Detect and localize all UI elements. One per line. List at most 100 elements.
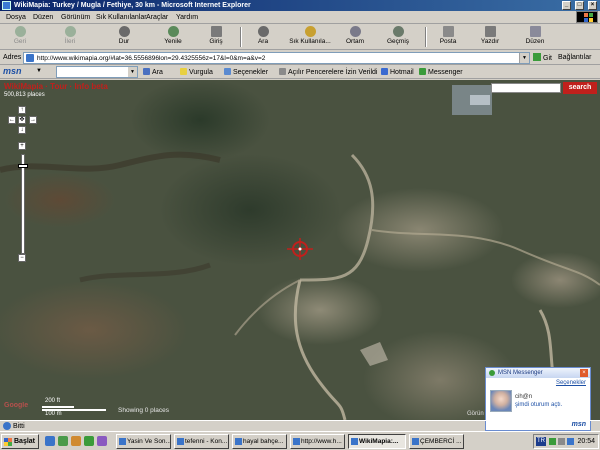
minimize-button[interactable]: _: [562, 1, 571, 10]
popup-icon: [279, 68, 286, 75]
messenger-tray-icon[interactable]: [549, 438, 556, 445]
url-text[interactable]: http://www.wikimapia.org/#lat=36.5556896…: [37, 54, 265, 63]
msn-search-button[interactable]: Ara: [143, 68, 163, 77]
stop-icon: [118, 26, 130, 37]
stop-button[interactable]: Dur: [112, 26, 136, 48]
start-button[interactable]: Başlat: [1, 434, 39, 449]
window-icon: [177, 438, 184, 445]
search-icon: [143, 68, 150, 75]
messenger-button[interactable]: Messenger: [419, 68, 463, 77]
search-button[interactable]: Ara: [252, 26, 274, 48]
google-logo: Google: [4, 402, 29, 409]
menu-file[interactable]: Dosya: [6, 13, 26, 22]
app-quicklaunch-icon[interactable]: [97, 436, 107, 446]
media-player-icon[interactable]: [71, 436, 81, 446]
pan-center-icon[interactable]: ✥: [18, 116, 26, 124]
status-bar: Bitti: [0, 420, 600, 431]
desktop-icon[interactable]: [58, 436, 68, 446]
task-button-1[interactable]: Yasin Ve Son...: [116, 434, 171, 449]
wikimapia-logo[interactable]: WikiMapia · Tour · Info beta: [4, 82, 108, 91]
language-indicator[interactable]: TR: [536, 437, 546, 446]
menu-help[interactable]: Yardım: [176, 13, 198, 22]
contact-status: şimdi oturum açtı.: [515, 402, 563, 408]
places-count: 500,813 places: [4, 92, 45, 98]
map-credit: Görün: [467, 411, 484, 417]
print-button[interactable]: Yazdır: [478, 26, 502, 48]
media-button[interactable]: Ortam: [343, 26, 367, 48]
task-button-2[interactable]: tefenni - Kon...: [174, 434, 229, 449]
go-arrow-icon: [533, 53, 541, 61]
zoom-slider[interactable]: [21, 154, 25, 254]
messenger-icon: [489, 370, 495, 376]
popups-allowed-button[interactable]: Açılır Pencerelere İzin Verildi: [279, 68, 377, 77]
menu-bar: Dosya Düzen Görünüm Sık Kullanılanlar Ar…: [0, 11, 600, 24]
zoom-slider-knob[interactable]: [18, 164, 28, 168]
history-button[interactable]: Geçmiş: [384, 26, 412, 48]
task-button-6[interactable]: ÇEMBERCİ ...: [409, 434, 464, 449]
msn-menu-arrow-icon[interactable]: ▼: [36, 68, 42, 74]
pan-up-icon[interactable]: ↑: [18, 106, 26, 114]
url-dropdown-icon[interactable]: ▼: [519, 53, 529, 63]
popup-options-link[interactable]: Seçenekler: [556, 380, 586, 386]
zoom-in-button[interactable]: +: [18, 142, 26, 150]
forward-button[interactable]: İleri: [56, 26, 84, 48]
options-icon: [224, 68, 231, 75]
task-button-3[interactable]: hayal bahçe...: [232, 434, 287, 449]
go-button[interactable]: Git: [533, 53, 552, 64]
mail-button[interactable]: Posta: [436, 26, 460, 48]
menu-edit[interactable]: Düzen: [33, 13, 53, 22]
maximize-button[interactable]: □: [575, 1, 584, 10]
network-icon[interactable]: [567, 438, 574, 445]
home-button[interactable]: Giriş: [203, 26, 229, 48]
favorites-button[interactable]: Sık Kullanıla...: [285, 26, 335, 48]
window-title: WikiMapia: Turkey / Mugla / Fethiye, 30 …: [14, 2, 251, 9]
toolbar-separator: [425, 27, 427, 47]
zoom-out-button[interactable]: −: [18, 254, 26, 262]
showing-places-text: Showing 0 places: [118, 407, 169, 414]
map-search-input[interactable]: [491, 83, 561, 93]
avatar: [490, 390, 512, 412]
url-field[interactable]: http://www.wikimapia.org/#lat=36.5556896…: [23, 52, 530, 64]
toolbar-separator: [240, 27, 242, 47]
window-icon: [119, 438, 126, 445]
pan-right-icon[interactable]: →: [29, 116, 37, 124]
media-icon: [349, 26, 361, 37]
close-button[interactable]: ×: [588, 1, 597, 10]
back-button[interactable]: Geri: [6, 26, 34, 48]
msn-options-button[interactable]: Seçenekler: [224, 68, 268, 77]
pan-down-icon[interactable]: ↓: [18, 126, 26, 134]
refresh-button[interactable]: Yenile: [158, 26, 188, 48]
clock[interactable]: 20:54: [577, 437, 595, 447]
back-arrow-icon: [14, 26, 26, 37]
msn-search-input[interactable]: ▼: [56, 66, 138, 78]
highlight-button[interactable]: Vurgula: [180, 68, 213, 77]
volume-icon[interactable]: [558, 438, 565, 445]
messenger-quicklaunch-icon[interactable]: [84, 436, 94, 446]
ie-quicklaunch-icon[interactable]: [45, 436, 55, 446]
page-icon: [26, 54, 34, 62]
mail-icon: [381, 68, 388, 75]
window-icon: [351, 438, 358, 445]
links-button[interactable]: Bağlantılar: [558, 54, 591, 61]
map-search-button[interactable]: search: [563, 82, 597, 94]
task-button-active[interactable]: WikiMapia:...: [348, 434, 406, 449]
taskbar: Başlat Yasin Ve Son... tefenni - Kon... …: [0, 431, 600, 450]
msn-logo[interactable]: msn: [3, 66, 22, 76]
menu-view[interactable]: Görünüm: [61, 13, 90, 22]
page-done-icon: [3, 422, 11, 430]
star-icon: [304, 26, 316, 37]
messenger-icon: [419, 68, 426, 75]
popup-title: MSN Messenger: [498, 370, 543, 376]
edit-button[interactable]: Düzen: [522, 26, 548, 48]
address-label: Adres: [3, 54, 22, 61]
contact-name[interactable]: cih@n: [515, 394, 532, 400]
menu-tools[interactable]: Araçlar: [146, 13, 168, 22]
pan-left-icon[interactable]: ←: [8, 116, 16, 124]
hotmail-button[interactable]: Hotmail: [381, 68, 414, 77]
msn-search-dropdown-icon[interactable]: ▼: [128, 67, 137, 77]
window-icon: [235, 438, 242, 445]
task-button-4[interactable]: http://www.h...: [290, 434, 345, 449]
mail-icon: [442, 26, 454, 37]
menu-favorites[interactable]: Sık Kullanılanlar: [96, 13, 147, 22]
popup-close-button[interactable]: ×: [580, 369, 588, 377]
